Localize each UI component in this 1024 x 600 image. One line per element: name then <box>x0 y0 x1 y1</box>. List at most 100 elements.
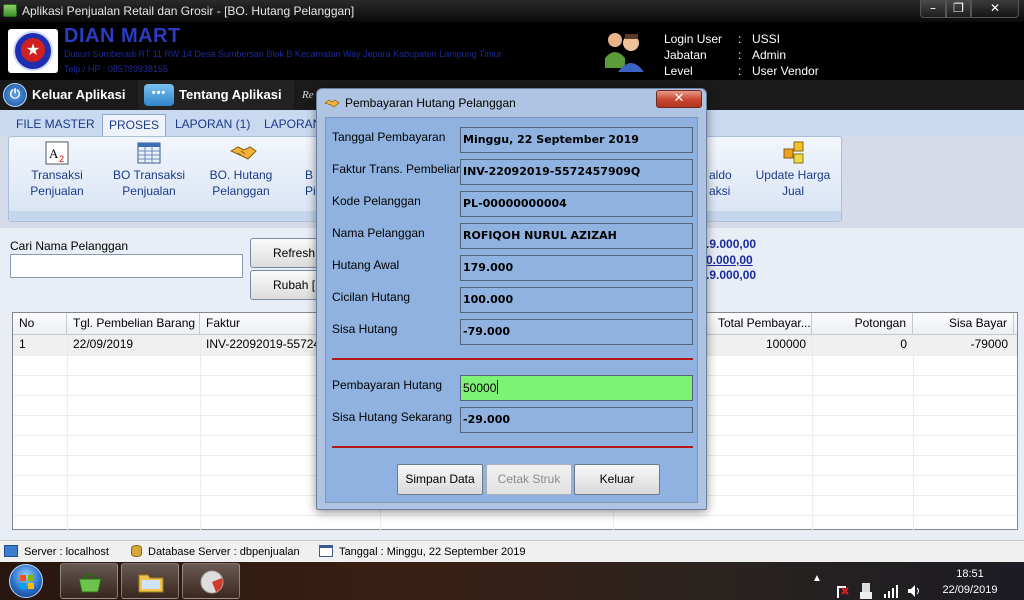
cell-tgl: 22/09/2019 <box>73 337 134 351</box>
maximize-button[interactable]: ❐ <box>946 0 971 18</box>
a2-icon: A2 <box>45 141 69 165</box>
sisa-hutang-label: Sisa Hutang <box>332 322 398 336</box>
faktur-label: Faktur Trans. Pembelian <box>332 162 463 176</box>
logo-star-icon: ★ <box>21 38 45 62</box>
totals-summary: .9.000,00 0.000,00 .9.000,00 <box>706 237 756 284</box>
spreadsheet-icon <box>137 141 161 165</box>
bo-transaksi-penjualan-button[interactable]: BO Transaksi Penjualan <box>109 141 189 199</box>
tab-file-master[interactable]: FILE MASTER <box>10 114 101 136</box>
cetak-struk-button[interactable]: Cetak Struk <box>486 464 572 495</box>
minimize-button[interactable]: – <box>920 0 946 18</box>
monitor-icon <box>4 545 18 557</box>
windows-taskbar: ▲ 18:51 22/09/2019 <box>0 562 1024 600</box>
status-database-text: Database Server : dbpenjualan <box>148 546 300 558</box>
taskbar-app-3[interactable] <box>182 563 240 599</box>
start-button[interactable] <box>2 563 52 599</box>
transaksi-penjualan-button[interactable]: A2 Transaksi Penjualan <box>23 141 91 199</box>
window-title: Aplikasi Penjualan Retail dan Grosir - [… <box>22 4 355 18</box>
grid-line <box>913 335 914 531</box>
usb-icon[interactable] <box>859 572 873 600</box>
text-caret <box>497 380 499 394</box>
dialog-close-button[interactable]: ✕ <box>656 90 702 108</box>
jabatan-value: Admin <box>752 48 787 62</box>
cell-potongan: 0 <box>900 337 907 351</box>
rubah-button[interactable]: Rubah [ <box>250 270 320 300</box>
clock-time: 18:51 <box>956 568 984 580</box>
ribbon-label: Penjualan <box>122 184 176 198</box>
dialog-body: Tanggal Pembayaran Minggu, 22 September … <box>325 117 698 503</box>
action-center-icon[interactable] <box>835 573 851 600</box>
bo-hutang-pelanggan-button[interactable]: BO. Hutang Pelanggan <box>205 141 277 199</box>
status-database: Database Server : dbpenjualan <box>131 545 300 558</box>
taskbar-clock[interactable]: 18:51 22/09/2019 <box>930 566 1010 598</box>
nama-pelanggan-label: Nama Pelanggan <box>332 226 425 240</box>
tentang-aplikasi-button[interactable]: ••• Tentang Aplikasi <box>138 80 294 110</box>
folder-icon <box>138 574 164 593</box>
taskbar-explorer[interactable] <box>121 563 179 599</box>
cell-total: 100000 <box>765 337 806 351</box>
close-window-button[interactable]: ✕ <box>971 0 1019 18</box>
total-value: 0.000,00 <box>706 252 753 267</box>
sisa-hutang-sekarang-field[interactable]: -29.000 <box>460 407 693 433</box>
chat-bubble-icon: ••• <box>144 84 174 106</box>
tentang-aplikasi-label: Tentang Aplikasi <box>179 87 282 102</box>
svg-text:A: A <box>49 146 59 161</box>
app-icon <box>3 4 17 17</box>
status-tanggal: Tanggal : Minggu, 22 September 2019 <box>319 545 526 558</box>
total-value: .9.000,00 <box>706 268 757 282</box>
windows-logo-icon <box>9 564 43 598</box>
store-phone: Telp./ HP : 085789938155 <box>64 64 168 74</box>
level-value: User Vendor <box>752 64 819 78</box>
kode-pelanggan-field[interactable]: PL-00000000004 <box>460 191 693 217</box>
network-signal-icon[interactable] <box>883 572 899 600</box>
keluar-button[interactable]: Keluar <box>574 464 660 495</box>
search-label: Cari Nama Pelanggan <box>10 239 129 253</box>
column-header-total[interactable]: Total Pembayar... <box>712 313 812 335</box>
column-header-tgl[interactable]: Tgl. Pembelian Barang <box>67 313 200 335</box>
faktur-field[interactable]: INV-22092019-5572457909Q <box>460 159 693 185</box>
column-header-no[interactable]: No <box>13 313 67 335</box>
ribbon-label: Jual <box>781 184 804 198</box>
ribbon-label: Update Harga <box>755 168 831 182</box>
tab-proses[interactable]: PROSES <box>102 114 167 136</box>
taskbar-app-basket[interactable] <box>60 563 118 599</box>
basket-icon <box>78 573 102 593</box>
sisa-hutang-sekarang-label: Sisa Hutang Sekarang <box>332 410 453 424</box>
app-red-icon <box>200 570 224 594</box>
cell-no: 1 <box>19 337 26 351</box>
simpan-data-button[interactable]: Simpan Data <box>397 464 483 495</box>
volume-icon[interactable] <box>906 572 922 600</box>
nama-pelanggan-field[interactable]: ROFIQOH NURUL AZIZAH <box>460 223 693 249</box>
level-label: Level <box>664 64 693 78</box>
calendar-icon <box>319 545 333 557</box>
keluar-aplikasi-button[interactable]: ⏻ Keluar Aplikasi <box>0 80 136 110</box>
divider <box>332 358 693 360</box>
dialog-titlebar[interactable]: Pembayaran Hutang Pelanggan ✕ <box>317 89 706 117</box>
tanggal-pembayaran-label: Tanggal Pembayaran <box>332 130 446 144</box>
ribbon-label: Pelanggan <box>212 184 270 198</box>
status-server-text: Server : localhost <box>24 546 109 558</box>
store-address: Dusun Sumberadi RT 11 RW 14 Desa Sumbers… <box>64 49 502 59</box>
ribbon-label: aksi <box>709 184 731 198</box>
saldo-transaksi-button[interactable]: aldo aksi <box>709 141 732 199</box>
tanggal-pembayaran-field[interactable]: Minggu, 22 September 2019 <box>460 127 693 153</box>
sisa-hutang-field[interactable]: -79.000 <box>460 319 693 345</box>
refresh-button[interactable]: Refresh [ <box>250 238 320 268</box>
column-header-sisa[interactable]: Sisa Bayar <box>913 313 1014 335</box>
show-hidden-icons[interactable]: ▲ <box>812 573 822 600</box>
svg-text:2: 2 <box>59 154 64 164</box>
column-header-potongan[interactable]: Potongan <box>812 313 913 335</box>
pembayaran-hutang-input[interactable]: 50000 <box>460 375 693 401</box>
pembayaran-hutang-value: 50000 <box>463 381 497 395</box>
search-input[interactable] <box>10 254 243 278</box>
tab-laporan-1[interactable]: LAPORAN (1) <box>169 114 256 136</box>
store-logo: ★ <box>8 29 58 73</box>
login-user-row: Login User : USSI <box>664 32 864 48</box>
jabatan-label: Jabatan <box>664 48 707 62</box>
app-header: ★ DIAN MART Dusun Sumberadi RT 11 RW 14 … <box>0 22 1024 80</box>
hutang-awal-field[interactable]: 179.000 <box>460 255 693 281</box>
cicilan-hutang-field[interactable]: 100.000 <box>460 287 693 313</box>
truncated-toolbar-item[interactable]: Re <box>302 80 314 110</box>
update-harga-jual-button[interactable]: Update Harga Jual <box>755 141 831 199</box>
hutang-awal-label: Hutang Awal <box>332 258 400 272</box>
